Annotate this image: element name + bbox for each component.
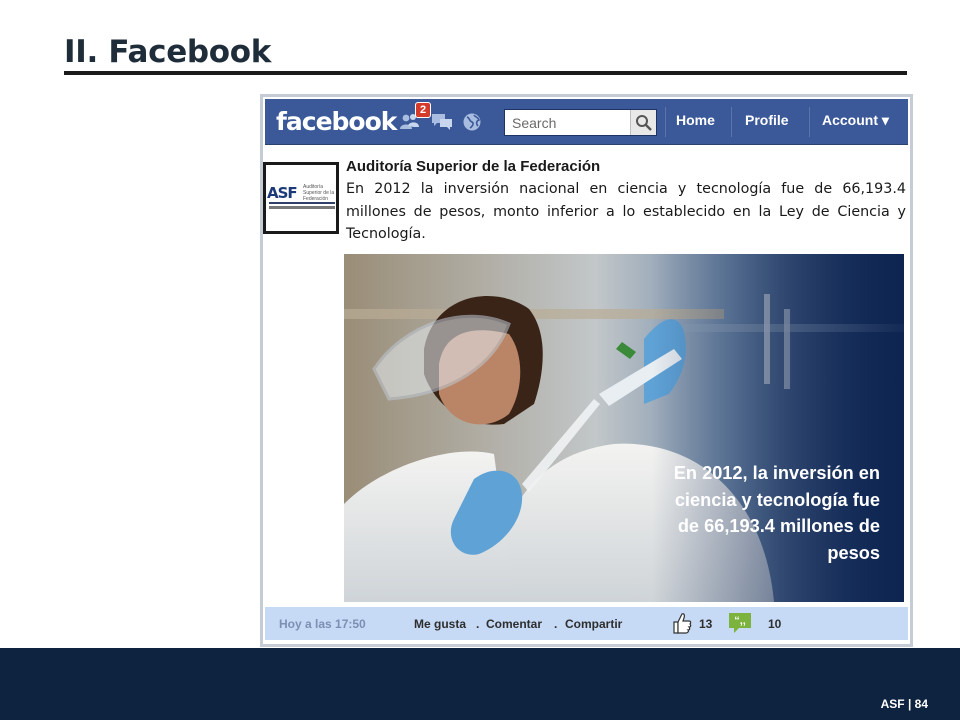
friend-requests-badge: 2 bbox=[415, 102, 431, 118]
nav-separator bbox=[731, 107, 732, 137]
search-icon[interactable] bbox=[630, 110, 656, 135]
asf-avatar[interactable]: ASF Auditoría Superior de la Federación bbox=[263, 162, 339, 234]
page-number: ASF | 84 bbox=[880, 697, 928, 711]
asf-logo-tagline-bar bbox=[269, 206, 335, 209]
thumbs-up-icon[interactable] bbox=[672, 611, 692, 638]
search-box[interactable] bbox=[504, 109, 657, 136]
action-separator: . bbox=[554, 617, 558, 631]
action-separator: . bbox=[476, 617, 480, 631]
nav-profile[interactable]: Profile bbox=[745, 112, 789, 128]
svg-text:“,,: “,, bbox=[734, 615, 746, 627]
notifications-globe-icon[interactable] bbox=[461, 112, 483, 132]
comment-bubble-icon[interactable]: “,, bbox=[728, 611, 752, 638]
post-timestamp[interactable]: Hoy a las 17:50 bbox=[279, 617, 366, 631]
post-footer: Hoy a las 17:50 Me gusta . Comentar . Co… bbox=[265, 607, 908, 640]
footer-bar bbox=[0, 648, 960, 720]
slide-title: II. Facebook bbox=[64, 34, 272, 70]
comment-count: 10 bbox=[768, 617, 782, 631]
nav-home[interactable]: Home bbox=[676, 112, 715, 128]
post-author[interactable]: Auditoría Superior de la Federación bbox=[346, 158, 600, 175]
nav-account[interactable]: Account ▾ bbox=[822, 112, 889, 129]
search-input[interactable] bbox=[505, 110, 629, 135]
nav-separator bbox=[809, 107, 810, 137]
facebook-logo[interactable]: facebook bbox=[276, 107, 397, 136]
asf-logo-rule bbox=[269, 202, 335, 204]
asf-logo-subtitle: Auditoría Superior de la Federación bbox=[303, 184, 335, 202]
post-image[interactable]: En 2012, la inversión en ciencia y tecno… bbox=[344, 254, 904, 602]
image-caption: En 2012, la inversión en ciencia y tecno… bbox=[673, 463, 880, 563]
facebook-topbar: facebook 2 Search Home Profile Account ▾ bbox=[265, 99, 908, 145]
nav-separator bbox=[665, 107, 666, 137]
facebook-screenshot: facebook 2 Search Home Profile Account ▾… bbox=[260, 94, 913, 647]
like-count: 13 bbox=[699, 617, 713, 631]
comment-link[interactable]: Comentar bbox=[486, 617, 542, 631]
asf-logo-mark: ASF bbox=[267, 184, 298, 202]
post-text: En 2012 la inversión nacional en ciencia… bbox=[346, 181, 906, 242]
like-link[interactable]: Me gusta bbox=[414, 617, 466, 631]
messages-icon[interactable] bbox=[431, 112, 453, 132]
title-divider bbox=[64, 71, 907, 75]
share-link[interactable]: Compartir bbox=[565, 617, 622, 631]
